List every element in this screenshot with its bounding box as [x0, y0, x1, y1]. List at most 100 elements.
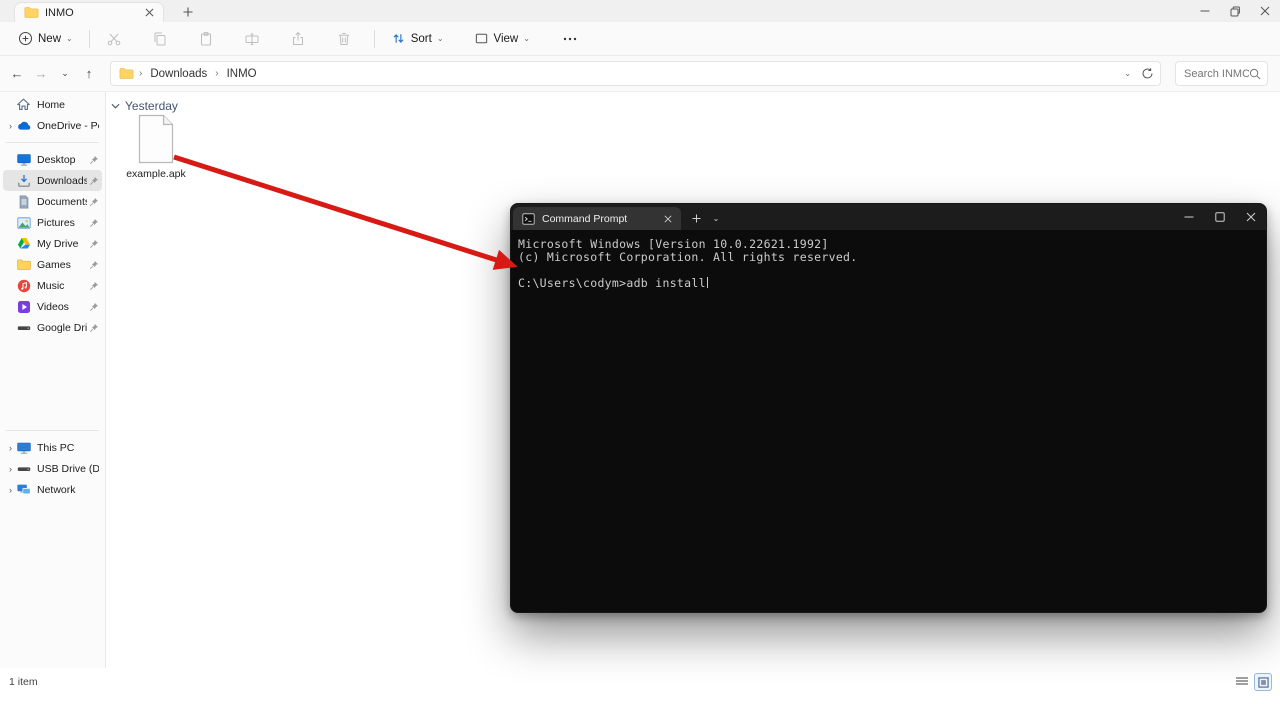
- expand-chevron-icon[interactable]: ›: [5, 121, 16, 131]
- terminal-close-icon[interactable]: [1235, 204, 1266, 230]
- terminal-tab-dropdown-icon[interactable]: ⌄: [707, 209, 725, 227]
- chevron-down-icon: ⌄: [523, 33, 530, 43]
- sidebar-item-documents[interactable]: Documents: [3, 191, 102, 212]
- sidebar-item-google-drive-g[interactable]: Google Drive (G:: [3, 317, 102, 338]
- terminal-tab-close-icon[interactable]: [660, 211, 675, 226]
- games-icon: [16, 257, 32, 273]
- sidebar-item-usb-drive-d[interactable]: › USB Drive (D:): [3, 458, 102, 479]
- expand-chevron-icon[interactable]: ›: [5, 464, 16, 474]
- sidebar-divider: [6, 430, 99, 431]
- pin-icon: [89, 323, 99, 333]
- sidebar-divider: [6, 142, 99, 143]
- sidebar-item-network[interactable]: › Network: [3, 479, 102, 500]
- terminal-minimize-icon[interactable]: [1173, 204, 1204, 230]
- sidebar-item-this-pc[interactable]: › This PC: [3, 437, 102, 458]
- explorer-window-controls: [1190, 0, 1280, 22]
- sort-button[interactable]: Sort ⌄: [383, 26, 452, 52]
- new-button-label: New: [38, 32, 62, 45]
- sidebar-item-home[interactable]: Home: [3, 94, 102, 115]
- terminal-output[interactable]: Microsoft Windows [Version 10.0.22621.19…: [511, 230, 1266, 290]
- toolbar-divider: [88, 29, 90, 48]
- pin-icon: [89, 281, 99, 291]
- minimize-icon[interactable]: [1190, 0, 1220, 22]
- breadcrumb-item-downloads[interactable]: Downloads: [147, 67, 210, 81]
- expand-chevron-icon[interactable]: ›: [5, 485, 16, 495]
- search-icon[interactable]: [1249, 68, 1261, 80]
- group-header-yesterday[interactable]: Yesterday: [111, 99, 178, 113]
- explorer-tab-title: INMO: [45, 6, 74, 19]
- close-icon[interactable]: [1250, 0, 1280, 22]
- documents-icon: [16, 194, 32, 210]
- explorer-status-bar: 1 item: [0, 668, 1280, 704]
- sidebar-item-my-drive[interactable]: My Drive: [3, 233, 102, 254]
- explorer-sidebar: Home › OneDrive - Persona Desktop Downloads D…: [0, 92, 106, 668]
- sidebar-item-onedrive-persona[interactable]: › OneDrive - Persona: [3, 115, 102, 136]
- view-button[interactable]: View ⌄: [466, 26, 538, 52]
- breadcrumb-chevron-icon: ›: [139, 68, 143, 79]
- network-icon: [16, 482, 32, 498]
- breadcrumb[interactable]: › Downloads › INMO ⌄: [110, 61, 1161, 86]
- gdrive-disk-icon: [16, 320, 32, 336]
- sidebar-item-videos[interactable]: Videos: [3, 296, 102, 317]
- pin-icon: [89, 302, 99, 312]
- item-count-label: 1 item: [9, 676, 38, 688]
- terminal-line: C:\Users\codym>adb install: [518, 275, 708, 290]
- sidebar-item-desktop[interactable]: Desktop: [3, 149, 102, 170]
- sidebar-item-label: This PC: [37, 441, 75, 454]
- terminal-new-tab-icon[interactable]: [687, 209, 705, 227]
- desktop-icon: [16, 152, 32, 168]
- thispc-icon: [16, 440, 32, 456]
- file-example-apk[interactable]: example.apk: [115, 114, 197, 180]
- sidebar-item-pictures[interactable]: Pictures: [3, 212, 102, 233]
- expand-chevron-icon[interactable]: ›: [5, 443, 16, 453]
- sidebar-item-music[interactable]: Music: [3, 275, 102, 296]
- new-button[interactable]: New ⌄: [10, 26, 81, 52]
- explorer-address-row: ← → ⌄ ↑ › Downloads › INMO ⌄ Search INMO: [0, 56, 1280, 92]
- refresh-icon[interactable]: [1141, 67, 1154, 80]
- terminal-maximize-icon[interactable]: [1204, 204, 1235, 230]
- new-plus-icon: [18, 31, 33, 46]
- pin-icon: [89, 176, 99, 186]
- more-options-icon[interactable]: [554, 26, 586, 52]
- recent-locations-icon[interactable]: ⌄: [54, 62, 76, 86]
- thumbnail-view-icon[interactable]: [1254, 673, 1272, 691]
- sidebar-item-label: Music: [37, 279, 65, 292]
- new-tab-button[interactable]: [180, 4, 196, 20]
- music-icon: [16, 278, 32, 294]
- view-icon: [474, 31, 489, 46]
- sidebar-item-downloads[interactable]: Downloads: [3, 170, 102, 191]
- pictures-icon: [16, 215, 32, 231]
- cut-icon: [98, 26, 130, 52]
- sidebar-item-label: Desktop: [37, 153, 76, 166]
- terminal-window[interactable]: Command Prompt ⌄ Microsoft Windows [Vers…: [510, 203, 1267, 613]
- sidebar-list: Home › OneDrive - Persona Desktop Downloads D…: [0, 94, 105, 500]
- explorer-tab-inmo[interactable]: INMO: [14, 2, 164, 22]
- details-view-icon[interactable]: [1233, 673, 1251, 691]
- terminal-titlebar[interactable]: Command Prompt ⌄: [511, 204, 1266, 230]
- breadcrumb-item-inmo[interactable]: INMO: [224, 67, 260, 81]
- restore-icon[interactable]: [1220, 0, 1250, 22]
- terminal-window-controls: [1173, 204, 1266, 230]
- back-icon[interactable]: ←: [6, 62, 28, 86]
- sidebar-item-label: USB Drive (D:): [37, 462, 99, 475]
- pin-icon: [89, 197, 99, 207]
- sidebar-item-games[interactable]: Games: [3, 254, 102, 275]
- up-icon[interactable]: ↑: [78, 62, 100, 86]
- explorer-toolbar: New ⌄ Sort ⌄ View ⌄: [0, 22, 1280, 56]
- sidebar-item-label: Google Drive (G:: [37, 321, 87, 334]
- sidebar-item-label: Network: [37, 483, 76, 496]
- downloads-icon: [16, 173, 32, 189]
- address-dropdown-icon[interactable]: ⌄: [1124, 69, 1131, 78]
- search-input[interactable]: Search INMO: [1175, 61, 1268, 86]
- terminal-tab[interactable]: Command Prompt: [513, 207, 681, 230]
- collapse-chevron-icon[interactable]: [111, 103, 120, 109]
- file-icon: [136, 114, 176, 164]
- sort-icon: [391, 31, 406, 46]
- share-icon: [282, 26, 314, 52]
- forward-icon[interactable]: →: [30, 62, 52, 86]
- tab-close-icon[interactable]: [141, 5, 157, 21]
- home-icon: [16, 97, 32, 113]
- group-header-label: Yesterday: [125, 99, 178, 113]
